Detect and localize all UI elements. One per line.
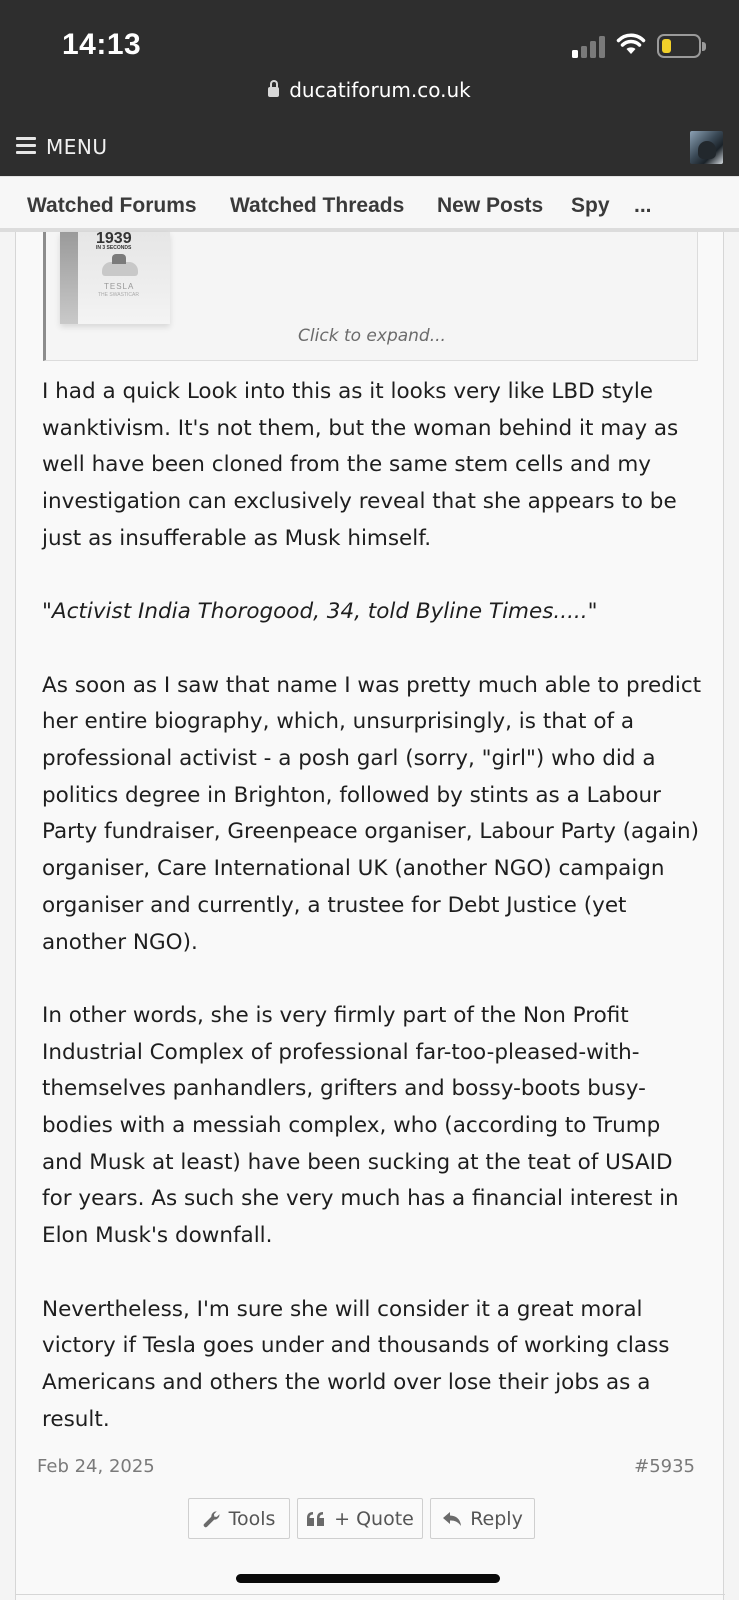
tab-spy[interactable]: Spy (571, 194, 610, 218)
car-illustration (102, 254, 138, 276)
quote-label: + Quote (334, 1507, 414, 1530)
battery-icon (657, 34, 706, 58)
hamburger-menu-icon[interactable] (16, 137, 36, 155)
menu-button[interactable]: MENU (46, 135, 108, 159)
reply-icon (443, 1511, 462, 1526)
tab-more[interactable]: ... (634, 194, 652, 218)
quoted-image-thumbnail[interactable]: 1939 IN 3 SECONDS TESLA THE SWASTICAR (60, 232, 170, 324)
post-paragraph: As soon as I saw that name I was pretty … (42, 672, 702, 955)
thumbnail-brand-sub: THE SWASTICAR (98, 292, 139, 298)
reply-button[interactable]: Reply (430, 1498, 535, 1539)
forum-menu-bar: MENU (0, 120, 739, 176)
quoted-source-text: Activist India Thorogood, 34, told Bylin… (51, 599, 588, 625)
post-divider (16, 1594, 725, 1600)
tab-watched-threads[interactable]: Watched Threads (230, 194, 404, 218)
cellular-signal-icon (572, 34, 606, 58)
quote-block: 1939 IN 3 SECONDS TESLA THE SWASTICAR Cl… (43, 232, 698, 361)
click-to-expand-link[interactable]: Click to expand... (46, 326, 698, 346)
quote-icon (307, 1511, 325, 1526)
status-bar: 14:13 ducatiforum.co.uk (0, 0, 739, 120)
tab-new-posts[interactable]: New Posts (437, 194, 543, 218)
wrench-icon (203, 1510, 220, 1527)
wifi-icon (616, 33, 646, 54)
post-body: I had a quick Look into this as it looks… (42, 374, 702, 1438)
tools-button[interactable]: Tools (188, 1498, 290, 1539)
post-date[interactable]: Feb 24, 2025 (37, 1456, 155, 1477)
post-number[interactable]: #5935 (634, 1456, 695, 1477)
url-text: ducatiforum.co.uk (289, 78, 471, 102)
quick-nav-tabs: Watched Forums Watched Threads New Posts… (0, 176, 739, 232)
tools-label: Tools (228, 1507, 276, 1530)
status-time: 14:13 (62, 28, 142, 61)
thumbnail-subline: IN 3 SECONDS (96, 245, 132, 251)
lock-icon (268, 80, 280, 97)
tab-watched-forums[interactable]: Watched Forums (27, 194, 197, 218)
thumbnail-brand: TESLA (104, 282, 135, 291)
address-bar[interactable]: ducatiforum.co.uk (0, 78, 739, 102)
forum-post: 1939 IN 3 SECONDS TESLA THE SWASTICAR Cl… (15, 232, 725, 1600)
quote-button[interactable]: + Quote (297, 1498, 423, 1539)
post-paragraph: In other words, she is very firmly part … (42, 1002, 679, 1249)
reply-label: Reply (470, 1507, 523, 1530)
post-paragraph: Nevertheless, I'm sure she will consider… (42, 1296, 670, 1432)
post-paragraph: I had a quick Look into this as it looks… (42, 379, 679, 551)
home-indicator[interactable] (236, 1574, 500, 1583)
post-paragraph-quote: "Activist India Thorogood, 34, told Byli… (42, 599, 598, 625)
user-avatar[interactable] (690, 131, 723, 164)
